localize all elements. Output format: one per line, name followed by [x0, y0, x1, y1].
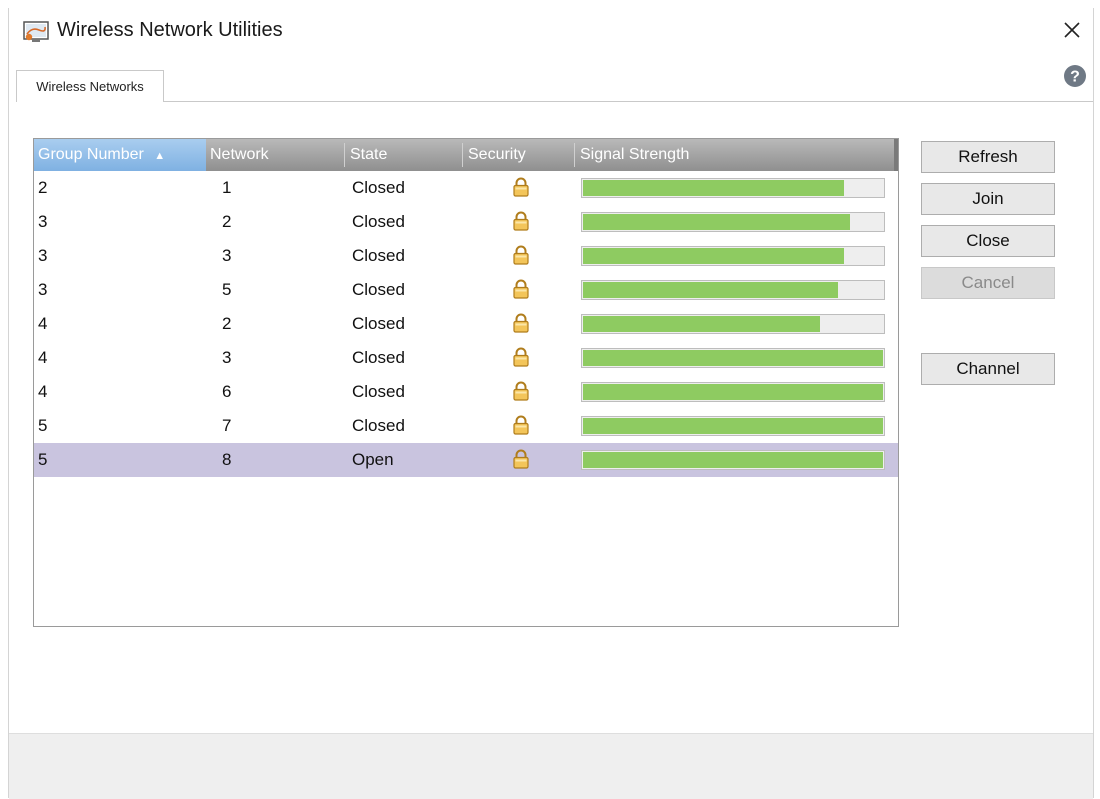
status-footer — [9, 733, 1093, 799]
app-icon — [23, 21, 49, 43]
cancel-button[interactable]: Cancel — [921, 267, 1055, 299]
cell-state: Closed — [352, 178, 405, 197]
header-separator — [574, 143, 575, 167]
cell-state: Closed — [352, 416, 405, 435]
cell-network: 6 — [222, 382, 232, 401]
join-button[interactable]: Join — [921, 183, 1055, 215]
cell-network: 2 — [222, 314, 232, 333]
cell-state: Closed — [352, 280, 405, 299]
table-row[interactable]: 3 3 Closed — [34, 239, 898, 273]
cell-group-number: 5 — [38, 450, 48, 469]
signal-strength-fill — [583, 384, 883, 400]
header-separator — [462, 143, 463, 167]
cell-network: 1 — [222, 178, 232, 197]
signal-strength-bar — [581, 416, 885, 436]
table-row[interactable]: 3 5 Closed — [34, 273, 898, 307]
table-header: Group Number ▲ Network State Security Si… — [34, 139, 898, 171]
signal-strength-fill — [583, 418, 883, 434]
cell-group-number: 4 — [38, 382, 48, 401]
cell-group-number: 3 — [38, 246, 48, 265]
table-row[interactable]: 4 3 Closed — [34, 341, 898, 375]
table-row[interactable]: 4 2 Closed — [34, 307, 898, 341]
header-separator — [344, 143, 345, 167]
lock-icon — [512, 449, 530, 469]
signal-strength-bar — [581, 450, 885, 470]
column-header-security[interactable]: Security — [464, 139, 574, 171]
lock-icon — [512, 177, 530, 197]
lock-icon — [512, 313, 530, 333]
cell-group-number: 5 — [38, 416, 48, 435]
cell-state: Closed — [352, 212, 405, 231]
cell-network: 3 — [222, 246, 232, 265]
table-row[interactable]: 2 1 Closed — [34, 171, 898, 205]
lock-icon — [512, 381, 530, 401]
cell-state: Open — [352, 450, 394, 469]
title-bar: Wireless Network Utilities — [9, 8, 1093, 58]
signal-strength-fill — [583, 248, 844, 264]
cell-state: Closed — [352, 382, 405, 401]
wireless-network-utilities-window: Wireless Network Utilities Wireless Netw… — [8, 8, 1094, 799]
cell-group-number: 3 — [38, 212, 48, 231]
signal-strength-fill — [583, 350, 883, 366]
header-edge — [894, 139, 898, 171]
tab-wireless-networks[interactable]: Wireless Networks — [16, 70, 164, 102]
lock-icon — [512, 211, 530, 231]
cell-group-number: 4 — [38, 348, 48, 367]
signal-strength-fill — [583, 282, 838, 298]
cell-group-number: 3 — [38, 280, 48, 299]
help-icon[interactable]: ? — [1063, 64, 1087, 88]
signal-strength-bar — [581, 314, 885, 334]
cell-state: Closed — [352, 348, 405, 367]
channel-button[interactable]: Channel — [921, 353, 1055, 385]
column-header-state[interactable]: State — [346, 139, 462, 171]
cell-group-number: 2 — [38, 178, 48, 197]
table-row[interactable]: 5 7 Closed — [34, 409, 898, 443]
column-header-network[interactable]: Network — [206, 139, 344, 171]
signal-strength-fill — [583, 214, 850, 230]
cell-state: Closed — [352, 246, 405, 265]
close-window-icon[interactable] — [1057, 15, 1087, 45]
cell-network: 7 — [222, 416, 232, 435]
cell-network: 8 — [222, 450, 232, 469]
signal-strength-bar — [581, 178, 885, 198]
signal-strength-bar — [581, 246, 885, 266]
lock-icon — [512, 279, 530, 299]
tab-divider — [164, 101, 1093, 102]
window-title: Wireless Network Utilities — [57, 19, 283, 41]
networks-table[interactable]: Group Number ▲ Network State Security Si… — [33, 138, 899, 627]
signal-strength-bar — [581, 382, 885, 402]
column-header-label: Group Number — [38, 146, 144, 163]
cell-network: 2 — [222, 212, 232, 231]
signal-strength-fill — [583, 316, 820, 332]
signal-strength-fill — [583, 180, 844, 196]
svg-text:?: ? — [1070, 69, 1080, 86]
close-button[interactable]: Close — [921, 225, 1055, 257]
signal-strength-fill — [583, 452, 883, 468]
cell-group-number: 4 — [38, 314, 48, 333]
cell-network: 3 — [222, 348, 232, 367]
lock-icon — [512, 347, 530, 367]
cell-state: Closed — [352, 314, 405, 333]
column-header-signal-strength[interactable]: Signal Strength — [576, 139, 892, 171]
lock-icon — [512, 415, 530, 435]
refresh-button[interactable]: Refresh — [921, 141, 1055, 173]
table-row[interactable]: 3 2 Closed — [34, 205, 898, 239]
signal-strength-bar — [581, 212, 885, 232]
signal-strength-bar — [581, 280, 885, 300]
sort-ascending-icon: ▲ — [154, 150, 166, 162]
table-row[interactable]: 5 8 Open — [34, 443, 898, 477]
table-row[interactable]: 4 6 Closed — [34, 375, 898, 409]
cell-network: 5 — [222, 280, 232, 299]
column-header-group-number[interactable]: Group Number ▲ — [34, 139, 206, 171]
signal-strength-bar — [581, 348, 885, 368]
lock-icon — [512, 245, 530, 265]
